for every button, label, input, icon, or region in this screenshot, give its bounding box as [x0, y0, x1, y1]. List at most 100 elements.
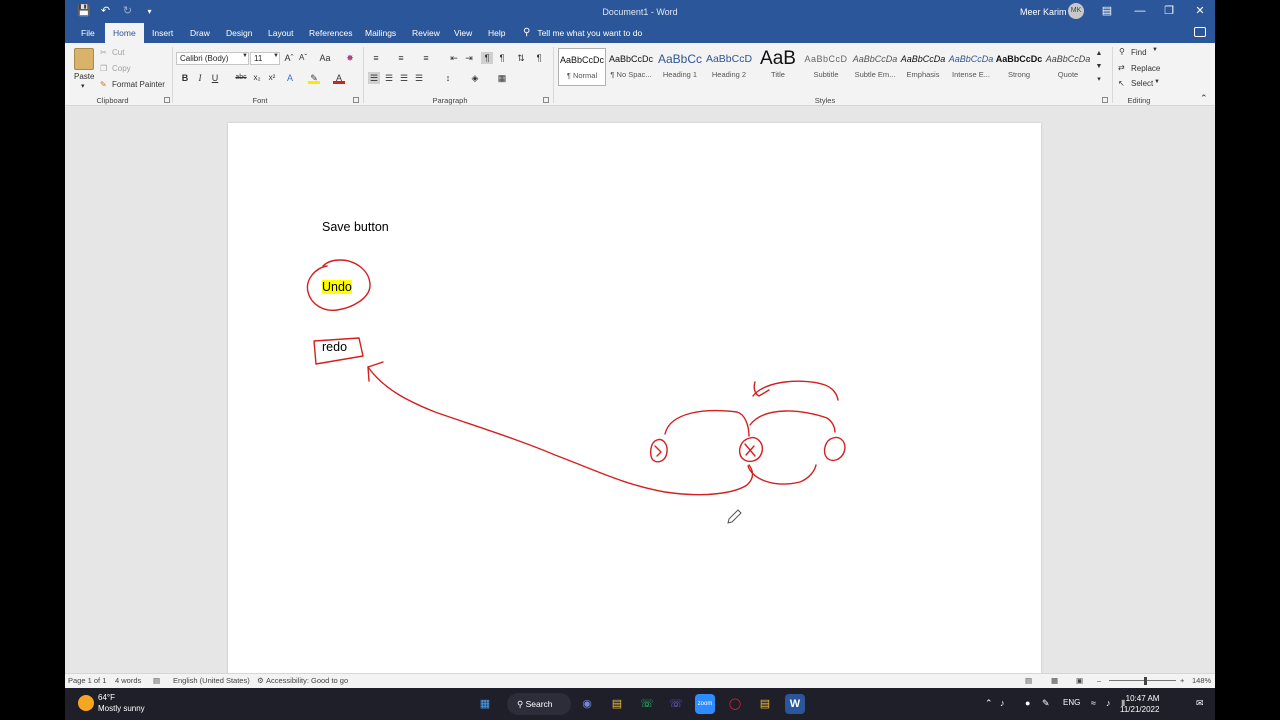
style-subtitle[interactable]: AaBbCcD Subtitle — [802, 48, 850, 86]
styles-more-icon[interactable]: ▾ — [1093, 74, 1105, 86]
chevron-down-icon[interactable]: ▼ — [1154, 79, 1160, 85]
tell-me-search[interactable]: ⚲ Tell me what you want to do — [523, 23, 642, 43]
borders-icon[interactable]: ▦ — [496, 72, 508, 84]
font-color-icon[interactable]: A — [333, 72, 345, 84]
tab-file[interactable]: File — [73, 23, 103, 43]
weather-condition[interactable]: Mostly sunny — [98, 704, 145, 713]
whatsapp-icon[interactable]: ☏ — [637, 694, 657, 714]
format-painter-button[interactable]: Format Painter — [112, 80, 165, 89]
style-normal[interactable]: AaBbCcDc ¶ Normal — [558, 48, 606, 86]
viber-icon[interactable]: ☏ — [666, 694, 686, 714]
maximize-icon[interactable]: ❐ — [1161, 3, 1177, 19]
align-left-icon[interactable]: ☰ — [368, 72, 380, 84]
tab-review[interactable]: Review — [404, 23, 448, 43]
tab-help[interactable]: Help — [480, 23, 513, 43]
italic-icon[interactable]: I — [194, 72, 206, 84]
sort-icon[interactable]: ⇅ — [515, 52, 527, 64]
strikethrough-icon[interactable]: abc — [235, 72, 247, 84]
comments-icon[interactable] — [1194, 27, 1206, 37]
find-icon[interactable]: ⚲ — [1119, 47, 1125, 56]
minimize-icon[interactable]: — — [1132, 3, 1148, 19]
replace-button[interactable]: Replace — [1131, 64, 1160, 73]
paste-icon[interactable] — [74, 48, 94, 70]
taskbar-search[interactable]: ⚲ Search — [507, 693, 571, 715]
underline-icon[interactable]: U — [209, 72, 221, 84]
tab-design[interactable]: Design — [218, 23, 260, 43]
clear-formatting-icon[interactable]: ✸ — [344, 52, 356, 64]
bullets-icon[interactable]: ≡ — [370, 52, 382, 64]
format-painter-icon[interactable]: ✎ — [100, 80, 107, 89]
chevron-down-icon[interactable]: ▼ — [273, 53, 279, 59]
style-heading-1[interactable]: AaBbCc Heading 1 — [656, 48, 704, 86]
chevron-up-icon[interactable]: ⌃ — [985, 698, 993, 709]
zoom-level[interactable]: 148% — [1192, 676, 1211, 685]
align-center-icon[interactable]: ☰ — [383, 72, 395, 84]
decrease-indent-icon[interactable]: ⇤ — [448, 52, 460, 64]
volume-icon[interactable]: ♪ — [1106, 698, 1111, 708]
tab-mailings[interactable]: Mailings — [357, 23, 404, 43]
style-emphasis[interactable]: AaBbCcDa Emphasis — [899, 48, 947, 86]
page-count[interactable]: Page 1 of 1 — [68, 676, 106, 685]
opera-icon[interactable]: ◯ — [725, 694, 745, 714]
print-layout-icon[interactable]: ▦ — [1051, 676, 1058, 685]
folder-icon[interactable]: ▤ — [755, 694, 775, 714]
font-launcher-icon[interactable] — [353, 97, 359, 103]
zoom-slider-handle[interactable] — [1144, 677, 1147, 685]
word-count[interactable]: 4 words — [115, 676, 141, 685]
font-name-select[interactable]: Calibri (Body) — [176, 52, 249, 65]
paste-dropdown-icon[interactable]: ▾ — [81, 82, 85, 90]
select-icon[interactable]: ↖ — [1118, 79, 1125, 88]
ribbon-display-options-icon[interactable]: ▤ — [1099, 3, 1115, 19]
tab-draw[interactable]: Draw — [182, 23, 218, 43]
show-marks-icon[interactable]: ¶ — [533, 52, 545, 64]
style-strong[interactable]: AaBbCcDc Strong — [995, 48, 1043, 86]
copy-button[interactable]: Copy — [112, 64, 131, 73]
shading-icon[interactable]: ◈ — [469, 72, 481, 84]
collapse-ribbon-icon[interactable]: ⌃ — [1200, 93, 1208, 104]
proofing-icon[interactable]: ▤ — [153, 676, 160, 685]
cut-icon[interactable]: ✂ — [100, 48, 107, 57]
discord-icon[interactable]: ◉ — [577, 694, 597, 714]
zoom-in-icon[interactable]: + — [1180, 676, 1184, 685]
grow-font-icon[interactable]: Aˆ — [283, 52, 295, 64]
styles-scroll-up-icon[interactable]: ▲ — [1093, 48, 1105, 60]
styles-scroll-down-icon[interactable]: ▼ — [1093, 61, 1105, 73]
style-no-spacing[interactable]: AaBbCcDc ¶ No Spac... — [607, 48, 655, 86]
zoom-out-icon[interactable]: – — [1097, 676, 1101, 685]
rtl-direction-icon[interactable]: ¶ — [496, 52, 508, 64]
zoom-slider[interactable] — [1109, 680, 1176, 681]
tab-view[interactable]: View — [446, 23, 480, 43]
style-quote[interactable]: AaBbCcDa Quote — [1044, 48, 1092, 86]
web-layout-icon[interactable]: ▣ — [1076, 676, 1083, 685]
speaker-icon[interactable]: ♪ — [1000, 698, 1005, 708]
multilevel-list-icon[interactable]: ≡ — [420, 52, 432, 64]
word-app-icon[interactable]: W — [785, 694, 805, 714]
superscript-icon[interactable]: x² — [266, 72, 278, 84]
increase-indent-icon[interactable]: ⇥ — [463, 52, 475, 64]
clock[interactable]: 10:47 AM 11/21/2022 — [1120, 693, 1159, 715]
shrink-font-icon[interactable]: Aˇ — [297, 52, 309, 64]
document-line[interactable]: redo — [322, 340, 347, 354]
document-page[interactable]: Save button Undo redo — [228, 123, 1041, 688]
ink-workspace-icon[interactable]: ✎ — [1042, 698, 1050, 709]
cut-button[interactable]: Cut — [112, 48, 124, 57]
style-subtle-emphasis[interactable]: AaBbCcDa Subtle Em... — [851, 48, 899, 86]
accessibility-status[interactable]: Accessibility: Good to go — [266, 676, 348, 685]
tab-layout[interactable]: Layout — [260, 23, 302, 43]
wifi-icon[interactable]: ≈ — [1091, 698, 1096, 708]
paste-button[interactable]: Paste — [74, 72, 94, 81]
style-intense-emphasis[interactable]: AaBbCcDa Intense E... — [947, 48, 995, 86]
weather-icon[interactable] — [78, 695, 94, 711]
clipboard-launcher-icon[interactable] — [164, 97, 170, 103]
chevron-down-icon[interactable]: ▼ — [1152, 47, 1158, 53]
document-line-highlighted[interactable]: Undo — [322, 280, 352, 294]
user-name[interactable]: Meer Karim — [1020, 7, 1067, 17]
find-button[interactable]: Find — [1131, 48, 1147, 57]
select-button[interactable]: Select — [1131, 79, 1153, 88]
avatar[interactable]: MK — [1068, 3, 1084, 19]
align-right-icon[interactable]: ☰ — [398, 72, 410, 84]
justify-icon[interactable]: ☰ — [413, 72, 425, 84]
style-title[interactable]: AaB Title — [754, 48, 802, 86]
change-case-button[interactable]: Aa — [316, 52, 334, 64]
replace-icon[interactable]: ⇄ — [1118, 63, 1125, 72]
